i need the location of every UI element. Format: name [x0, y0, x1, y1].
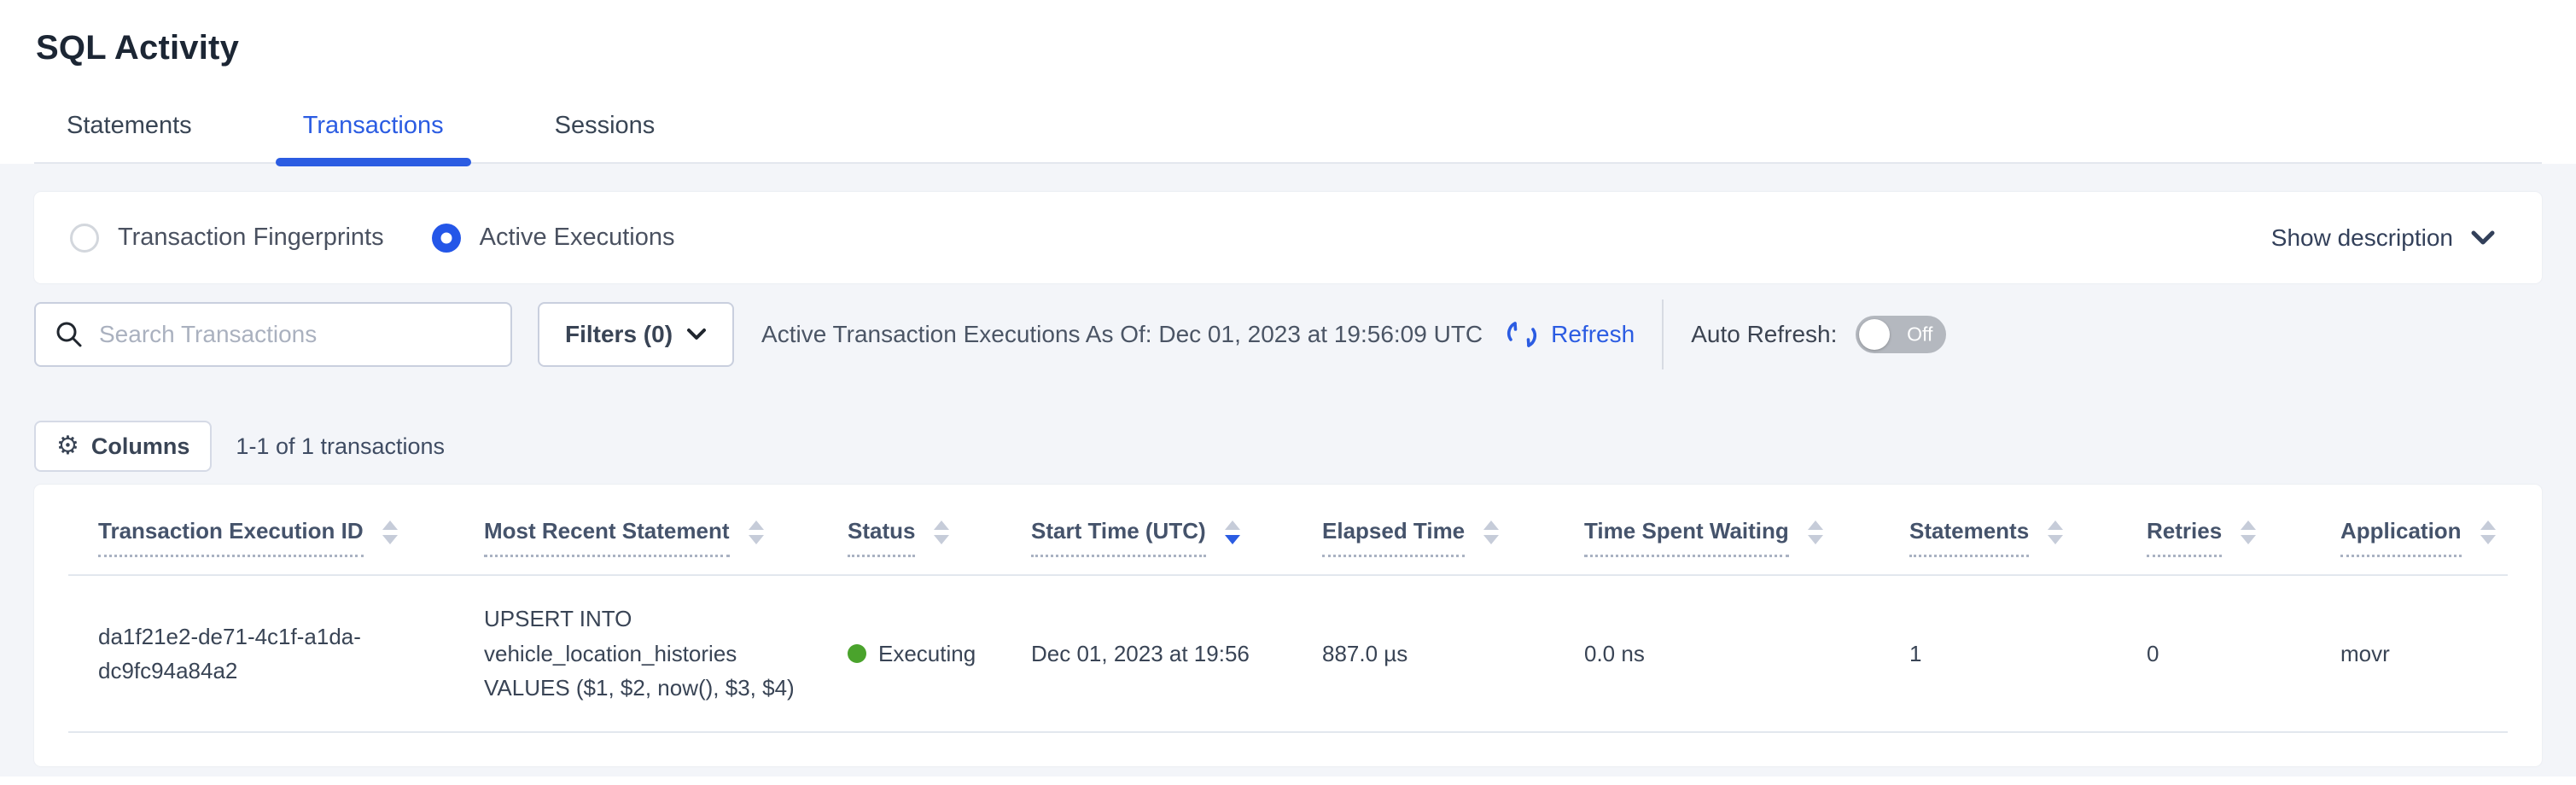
- cell-time-spent-waiting: 0.0 ns: [1584, 637, 1909, 671]
- view-mode-card: Transaction Fingerprints Active Executio…: [34, 192, 2542, 283]
- column-header-application: Application: [2340, 519, 2508, 557]
- column-header-most-recent-statement: Most Recent Statement: [484, 519, 848, 557]
- radio-label: Transaction Fingerprints: [118, 224, 384, 252]
- cell-statements: 1: [1909, 637, 2147, 671]
- auto-refresh-toggle[interactable]: Off: [1856, 316, 1946, 353]
- columns-button-label: Columns: [91, 433, 190, 460]
- refresh-icon: [1505, 317, 1539, 352]
- cell-status: Executing: [848, 637, 1031, 671]
- sort-arrows-icon[interactable]: [2480, 520, 2496, 544]
- sort-arrows-icon[interactable]: [1808, 520, 1823, 544]
- search-box[interactable]: [34, 302, 512, 367]
- table-toolbar: ⚙ Columns 1-1 of 1 transactions: [34, 421, 2542, 472]
- radio-active-executions[interactable]: Active Executions: [432, 224, 675, 253]
- cell-elapsed-time: 887.0 µs: [1322, 637, 1584, 671]
- columns-button[interactable]: ⚙ Columns: [34, 421, 212, 472]
- chevron-down-icon: [2470, 230, 2496, 247]
- tab-transactions[interactable]: Transactions: [300, 112, 447, 162]
- radio-transaction-fingerprints[interactable]: Transaction Fingerprints: [70, 224, 384, 253]
- tabbar: Statements Transactions Sessions: [34, 112, 2542, 164]
- column-header-elapsed-time: Elapsed Time: [1322, 519, 1584, 557]
- column-header-status: Status: [848, 519, 1031, 557]
- chevron-down-icon: [686, 328, 707, 341]
- refresh-button[interactable]: Refresh: [1505, 317, 1635, 352]
- sort-arrows-icon[interactable]: [934, 520, 949, 544]
- controls-row: Filters (0) Active Transaction Execution…: [34, 301, 2542, 368]
- tab-sessions[interactable]: Sessions: [551, 112, 659, 162]
- view-mode-radio-group: Transaction Fingerprints Active Executio…: [70, 224, 675, 253]
- search-input[interactable]: [99, 321, 492, 348]
- search-icon: [55, 320, 84, 349]
- sort-arrows-icon[interactable]: [382, 520, 398, 544]
- sort-arrows-icon[interactable]: [1483, 520, 1499, 544]
- vertical-divider: [1662, 299, 1664, 369]
- column-header-retries: Retries: [2147, 519, 2340, 557]
- cell-application: movr: [2340, 637, 2508, 671]
- result-count: 1-1 of 1 transactions: [236, 433, 445, 460]
- cell-start-time: Dec 01, 2023 at 19:56: [1031, 637, 1322, 671]
- auto-refresh-control: Auto Refresh: Off: [1691, 316, 1946, 353]
- gear-icon: ⚙: [56, 433, 79, 459]
- show-description-label: Show description: [2271, 224, 2453, 252]
- page-title: SQL Activity: [36, 29, 2542, 67]
- column-header-start-time: Start Time (UTC): [1031, 519, 1322, 557]
- table-row: da1f21e2-de71-4c1f-a1da-dc9fc94a84a2 UPS…: [34, 576, 2542, 731]
- row-divider: [68, 731, 2508, 733]
- sort-arrows-icon[interactable]: [749, 520, 764, 544]
- refresh-label: Refresh: [1551, 321, 1635, 348]
- filters-label: Filters (0): [565, 321, 673, 348]
- status-label: Executing: [878, 637, 976, 671]
- transactions-table-card: Transaction Execution ID Most Recent Sta…: [34, 485, 2542, 766]
- radio-unselected-icon[interactable]: [70, 224, 99, 253]
- toggle-state-label: Off: [1907, 323, 1932, 346]
- column-header-time-spent-waiting: Time Spent Waiting: [1584, 519, 1909, 557]
- cell-most-recent-statement: UPSERT INTO vehicle_location_histories V…: [484, 602, 842, 705]
- table-header-row: Transaction Execution ID Most Recent Sta…: [34, 485, 2542, 557]
- column-header-transaction-execution-id: Transaction Execution ID: [98, 519, 484, 557]
- radio-label: Active Executions: [480, 224, 675, 252]
- radio-selected-icon[interactable]: [432, 224, 461, 253]
- sort-arrows-icon[interactable]: [2048, 520, 2063, 544]
- sort-arrows-icon-active-desc[interactable]: [1225, 520, 1240, 544]
- executing-status-dot-icon: [848, 644, 866, 663]
- content-area: Transaction Fingerprints Active Executio…: [0, 164, 2576, 776]
- sql-activity-page: SQL Activity Statements Transactions Ses…: [0, 0, 2576, 785]
- page-header: SQL Activity Statements Transactions Ses…: [0, 0, 2576, 164]
- cell-transaction-execution-id[interactable]: da1f21e2-de71-4c1f-a1da-dc9fc94a84a2: [98, 619, 405, 689]
- as-of-timestamp: Active Transaction Executions As Of: Dec…: [761, 321, 1483, 348]
- toggle-knob[interactable]: [1859, 319, 1890, 350]
- auto-refresh-label: Auto Refresh:: [1691, 321, 1837, 348]
- tab-statements[interactable]: Statements: [63, 112, 195, 162]
- filters-button[interactable]: Filters (0): [538, 302, 734, 367]
- show-description-toggle[interactable]: Show description: [2271, 224, 2496, 252]
- column-header-statements: Statements: [1909, 519, 2147, 557]
- cell-retries: 0: [2147, 637, 2340, 671]
- sort-arrows-icon[interactable]: [2241, 520, 2256, 544]
